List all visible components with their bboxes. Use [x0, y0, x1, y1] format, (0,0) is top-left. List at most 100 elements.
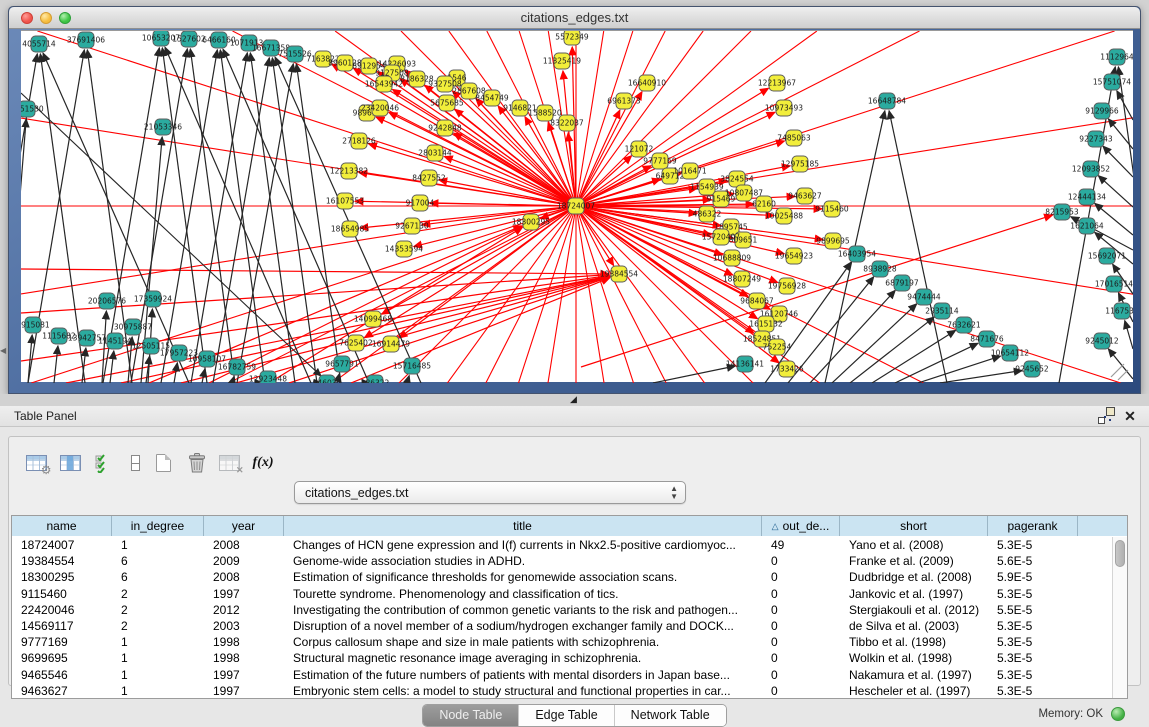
network-node[interactable]: 10654112 [991, 345, 1029, 361]
cell-title[interactable]: Tourette syndrome. Phenomenology and cla… [284, 587, 762, 601]
network-node[interactable]: 2803144 [418, 145, 452, 161]
cell-pagerank[interactable]: 5.3E-5 [988, 635, 1078, 649]
cell-in_degree[interactable]: 6 [112, 570, 204, 584]
cell-title[interactable]: Changes of HCN gene expression and I(f) … [284, 538, 762, 552]
show-columns-button[interactable] [55, 449, 85, 477]
cell-in_degree[interactable]: 1 [112, 684, 204, 698]
cell-out_degree[interactable]: 0 [762, 570, 840, 584]
select-columns-button[interactable] [89, 449, 119, 477]
table-row[interactable]: 1830029562008Estimation of significance … [12, 569, 1111, 585]
cell-in_degree[interactable]: 1 [112, 635, 204, 649]
cell-pagerank[interactable]: 5.6E-5 [988, 554, 1078, 568]
cell-out_degree[interactable]: 0 [762, 651, 840, 665]
table-row[interactable]: 1456911722003Disruption of a novel membe… [12, 618, 1111, 634]
cell-name[interactable]: 9463627 [12, 684, 112, 698]
table-row[interactable]: 2242004622012Investigating the contribut… [12, 602, 1111, 618]
column-header-out_degree[interactable]: △out_de... [762, 516, 840, 536]
network-node[interactable]: 37691406 [67, 32, 105, 48]
table-row[interactable]: 946362711997Embryonic stem cells: a mode… [12, 683, 1111, 698]
cell-title[interactable]: Estimation of significance thresholds fo… [284, 570, 762, 584]
network-node[interactable]: 15692071 [1088, 248, 1126, 264]
network-node[interactable]: 9129966 [1085, 103, 1119, 119]
column-header-title[interactable]: title [284, 516, 762, 536]
network-node[interactable]: 9267130 [395, 218, 429, 234]
cell-name[interactable]: 9115460 [12, 587, 112, 601]
column-header-in_degree[interactable]: in_degree [112, 516, 204, 536]
table-row[interactable]: 1872400712008Changes of HCN gene express… [12, 537, 1111, 553]
cell-year[interactable]: 2008 [204, 570, 284, 584]
network-node[interactable]: 10973493 [765, 100, 803, 116]
cell-out_degree[interactable]: 49 [762, 538, 840, 552]
network-node[interactable]: 12213967 [758, 75, 796, 91]
network-node[interactable]: 2051530 [21, 101, 44, 117]
cell-short[interactable]: Dudbridge et al. (2008) [840, 570, 988, 584]
cell-name[interactable]: 19384554 [12, 554, 112, 568]
cell-year[interactable]: 1998 [204, 651, 284, 665]
network-node[interactable]: 9474444 [907, 289, 941, 305]
network-node[interactable]: 946032 [313, 375, 342, 383]
cell-out_degree[interactable]: 0 [762, 635, 840, 649]
cell-out_degree[interactable]: 0 [762, 619, 840, 633]
network-node[interactable]: 7632621 [947, 317, 981, 333]
cell-name[interactable]: 18724007 [12, 538, 112, 552]
network-node[interactable]: 15716485 [393, 358, 431, 374]
cell-year[interactable]: 1998 [204, 635, 284, 649]
table-row[interactable]: 911546021997Tourette syndrome. Phenomeno… [12, 586, 1111, 602]
cell-in_degree[interactable]: 1 [112, 668, 204, 682]
cell-name[interactable]: 9465546 [12, 668, 112, 682]
network-node[interactable]: 9227343 [1079, 131, 1113, 147]
network-node[interactable]: 486322 [693, 206, 722, 222]
network-node[interactable]: 12213382 [330, 163, 368, 179]
network-node[interactable]: 9245012 [1085, 333, 1119, 349]
table-row[interactable]: 969969511998Structural magnetic resonanc… [12, 650, 1111, 666]
network-node[interactable]: 12444134 [1068, 189, 1106, 205]
cell-name[interactable]: 22420046 [12, 603, 112, 617]
network-node[interactable]: 8427552 [412, 170, 446, 186]
table-row[interactable]: 1938455462009Genome-wide association stu… [12, 553, 1111, 569]
column-header-year[interactable]: year [204, 516, 284, 536]
network-node[interactable]: 12975185 [781, 156, 819, 172]
cell-pagerank[interactable]: 5.3E-5 [988, 538, 1078, 552]
network-node[interactable]: 21053346 [144, 119, 182, 135]
network-node[interactable]: 14353594 [385, 241, 423, 257]
close-panel-button[interactable]: ✕ [1121, 408, 1139, 424]
cell-short[interactable]: Franke et al. (2009) [840, 554, 988, 568]
cell-year[interactable]: 1997 [204, 668, 284, 682]
network-node[interactable]: 14136141 [726, 356, 764, 372]
cell-pagerank[interactable]: 5.3E-5 [988, 684, 1078, 698]
cell-year[interactable]: 2012 [204, 603, 284, 617]
delete-column-button[interactable]: ✕ [214, 449, 244, 477]
cell-short[interactable]: Wolkin et al. (1998) [840, 651, 988, 665]
network-node[interactable]: 7485063 [777, 130, 811, 146]
network-node[interactable]: 16107553 [326, 193, 364, 209]
cell-short[interactable]: Tibbo et al. (1998) [840, 635, 988, 649]
float-panel-button[interactable] [1097, 408, 1115, 424]
cell-title[interactable]: Disruption of a novel member of a sodium… [284, 619, 762, 633]
cell-year[interactable]: 1997 [204, 587, 284, 601]
cell-title[interactable]: Investigating the contribution of common… [284, 603, 762, 617]
network-node[interactable]: 9245652 [1015, 361, 1049, 377]
cell-title[interactable]: Genome-wide association studies in ADHD. [284, 554, 762, 568]
network-node[interactable]: 1167533 [1105, 303, 1133, 319]
cell-title[interactable]: Corpus callosum shape and size in male p… [284, 635, 762, 649]
cell-out_degree[interactable]: 0 [762, 554, 840, 568]
cell-pagerank[interactable]: 5.5E-5 [988, 603, 1078, 617]
cell-in_degree[interactable]: 1 [112, 651, 204, 665]
cell-pagerank[interactable]: 5.9E-5 [988, 570, 1078, 584]
network-node[interactable]: 12923448 [249, 371, 287, 383]
network-node[interactable]: 9463627 [788, 188, 822, 204]
cell-name[interactable]: 18300295 [12, 570, 112, 584]
cell-title[interactable]: Embryonic stem cells: a model to study s… [284, 684, 762, 698]
cell-name[interactable]: 9699695 [12, 651, 112, 665]
network-node[interactable]: 186322 [361, 375, 390, 383]
cell-year[interactable]: 1997 [204, 684, 284, 698]
cell-short[interactable]: Stergiakouli et al. (2012) [840, 603, 988, 617]
column-header-name[interactable]: name [12, 516, 112, 536]
cell-in_degree[interactable]: 2 [112, 619, 204, 633]
cell-short[interactable]: Nakamura et al. (1997) [840, 668, 988, 682]
cell-out_degree[interactable]: 0 [762, 587, 840, 601]
cell-title[interactable]: Estimation of the future numbers of pati… [284, 668, 762, 682]
column-header-pagerank[interactable]: pagerank [988, 516, 1078, 536]
network-node[interactable]: 3915081 [21, 317, 50, 333]
cell-out_degree[interactable]: 0 [762, 668, 840, 682]
